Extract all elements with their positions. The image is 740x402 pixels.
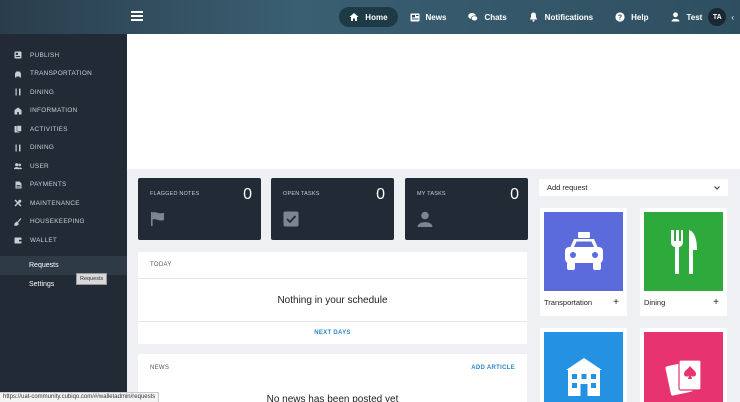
newspaper-icon: [410, 12, 420, 22]
sidebar-item-user[interactable]: USER: [0, 157, 127, 176]
nav-chats[interactable]: Chats: [468, 12, 507, 22]
sidebar-item-payments[interactable]: PAYMENTS: [0, 176, 127, 195]
add-plus-icon[interactable]: +: [609, 295, 623, 309]
tile-dining[interactable]: Dining +: [640, 208, 727, 316]
tile-activities[interactable]: [640, 328, 727, 402]
checkbox-icon: [283, 211, 299, 232]
sidebar-item-housekeeping[interactable]: HOUSEKEEPING: [0, 213, 127, 232]
news-title: NEWS: [150, 364, 170, 371]
sidebar-item-dining-2[interactable]: DINING: [0, 139, 127, 158]
tile-label: Dining: [644, 298, 666, 307]
news-card: NEWS ADD ARTICLE No news has been posted…: [138, 354, 527, 402]
top-nav: Home News Chats Notifications ? Help Tes…: [339, 0, 740, 34]
add-request-select[interactable]: Add request: [539, 179, 728, 196]
chat-icon: [468, 12, 479, 22]
tile-transportation[interactable]: Transportation +: [540, 208, 627, 316]
taxi-icon: [544, 212, 623, 291]
today-title: TODAY: [150, 262, 172, 268]
utensils-icon: [14, 144, 22, 152]
stat-open-tasks[interactable]: OPEN TASKS 0: [271, 178, 394, 240]
utensils-icon: [644, 212, 723, 291]
cards-icon: [644, 332, 723, 402]
nav-notifications[interactable]: Notifications: [529, 12, 593, 22]
wallet-icon: [14, 236, 22, 244]
person-icon: [417, 211, 433, 232]
users-icon: [14, 162, 22, 170]
add-article-link[interactable]: ADD ARTICLE: [471, 365, 515, 371]
news-empty-message: No news has been posted yet: [266, 394, 399, 402]
bell-icon: [529, 12, 539, 22]
next-days-link[interactable]: NEXT DAYS: [138, 322, 527, 344]
home-icon: [349, 12, 359, 22]
sidebar-item-maintenance[interactable]: MAINTENANCE: [0, 194, 127, 213]
tools-icon: [14, 199, 22, 207]
main-content: FLAGGED NOTES 0 OPEN TASKS 0 MY TASKS 0 …: [127, 34, 740, 402]
add-plus-icon[interactable]: +: [709, 295, 723, 309]
document-icon: [14, 181, 22, 189]
nav-user[interactable]: Test TA: [670, 8, 727, 26]
sidebar-item-dining[interactable]: DINING: [0, 83, 127, 102]
sidebar: PUBLISH TRANSPORTATION DINING INFORMATIO…: [0, 34, 127, 402]
menu-icon[interactable]: [131, 11, 143, 21]
sidebar-item-publish[interactable]: PUBLISH: [0, 46, 127, 65]
sidebar-item-information[interactable]: INFORMATION: [0, 102, 127, 121]
broom-icon: [14, 217, 22, 226]
today-empty-message: Nothing in your schedule: [138, 279, 527, 322]
nav-news[interactable]: News: [410, 12, 446, 22]
sidebar-item-activities[interactable]: ACTIVITIES: [0, 120, 127, 139]
user-icon: [670, 12, 680, 22]
utensils-icon: [14, 88, 22, 96]
top-bar: Home News Chats Notifications ? Help Tes…: [0, 0, 740, 34]
nav-help[interactable]: ? Help: [615, 12, 648, 22]
nav-home[interactable]: Home: [339, 7, 398, 27]
today-card: TODAY Nothing in your schedule NEXT DAYS: [138, 252, 527, 344]
svg-text:?: ?: [618, 15, 622, 22]
avatar[interactable]: TA: [708, 8, 727, 26]
stat-flagged-notes[interactable]: FLAGGED NOTES 0: [138, 178, 261, 240]
building-icon: [544, 332, 623, 402]
sidebar-item-transportation[interactable]: TRANSPORTATION: [0, 65, 127, 84]
stat-my-tasks[interactable]: MY TASKS 0: [405, 178, 528, 240]
building-icon: [14, 107, 22, 115]
tile-information[interactable]: [540, 328, 627, 402]
cards-icon: [14, 125, 22, 133]
help-icon: ?: [615, 12, 625, 22]
newspaper-icon: [14, 51, 22, 59]
chevron-down-icon: [714, 183, 720, 192]
tile-label: Transportation: [544, 298, 593, 307]
banner-area: [127, 34, 740, 169]
tooltip: Requests: [76, 273, 108, 285]
sidebar-subitem-requests[interactable]: Requests: [0, 255, 127, 275]
car-icon: [14, 70, 22, 78]
collapse-chevron-icon[interactable]: ‹: [731, 13, 734, 22]
status-bar-url: https://uat-community.cubiqo.com/#/walle…: [0, 392, 160, 402]
sidebar-item-wallet[interactable]: WALLET: [0, 231, 127, 250]
flag-icon: [150, 211, 166, 232]
sidebar-subitem-settings[interactable]: Settings: [0, 275, 127, 294]
